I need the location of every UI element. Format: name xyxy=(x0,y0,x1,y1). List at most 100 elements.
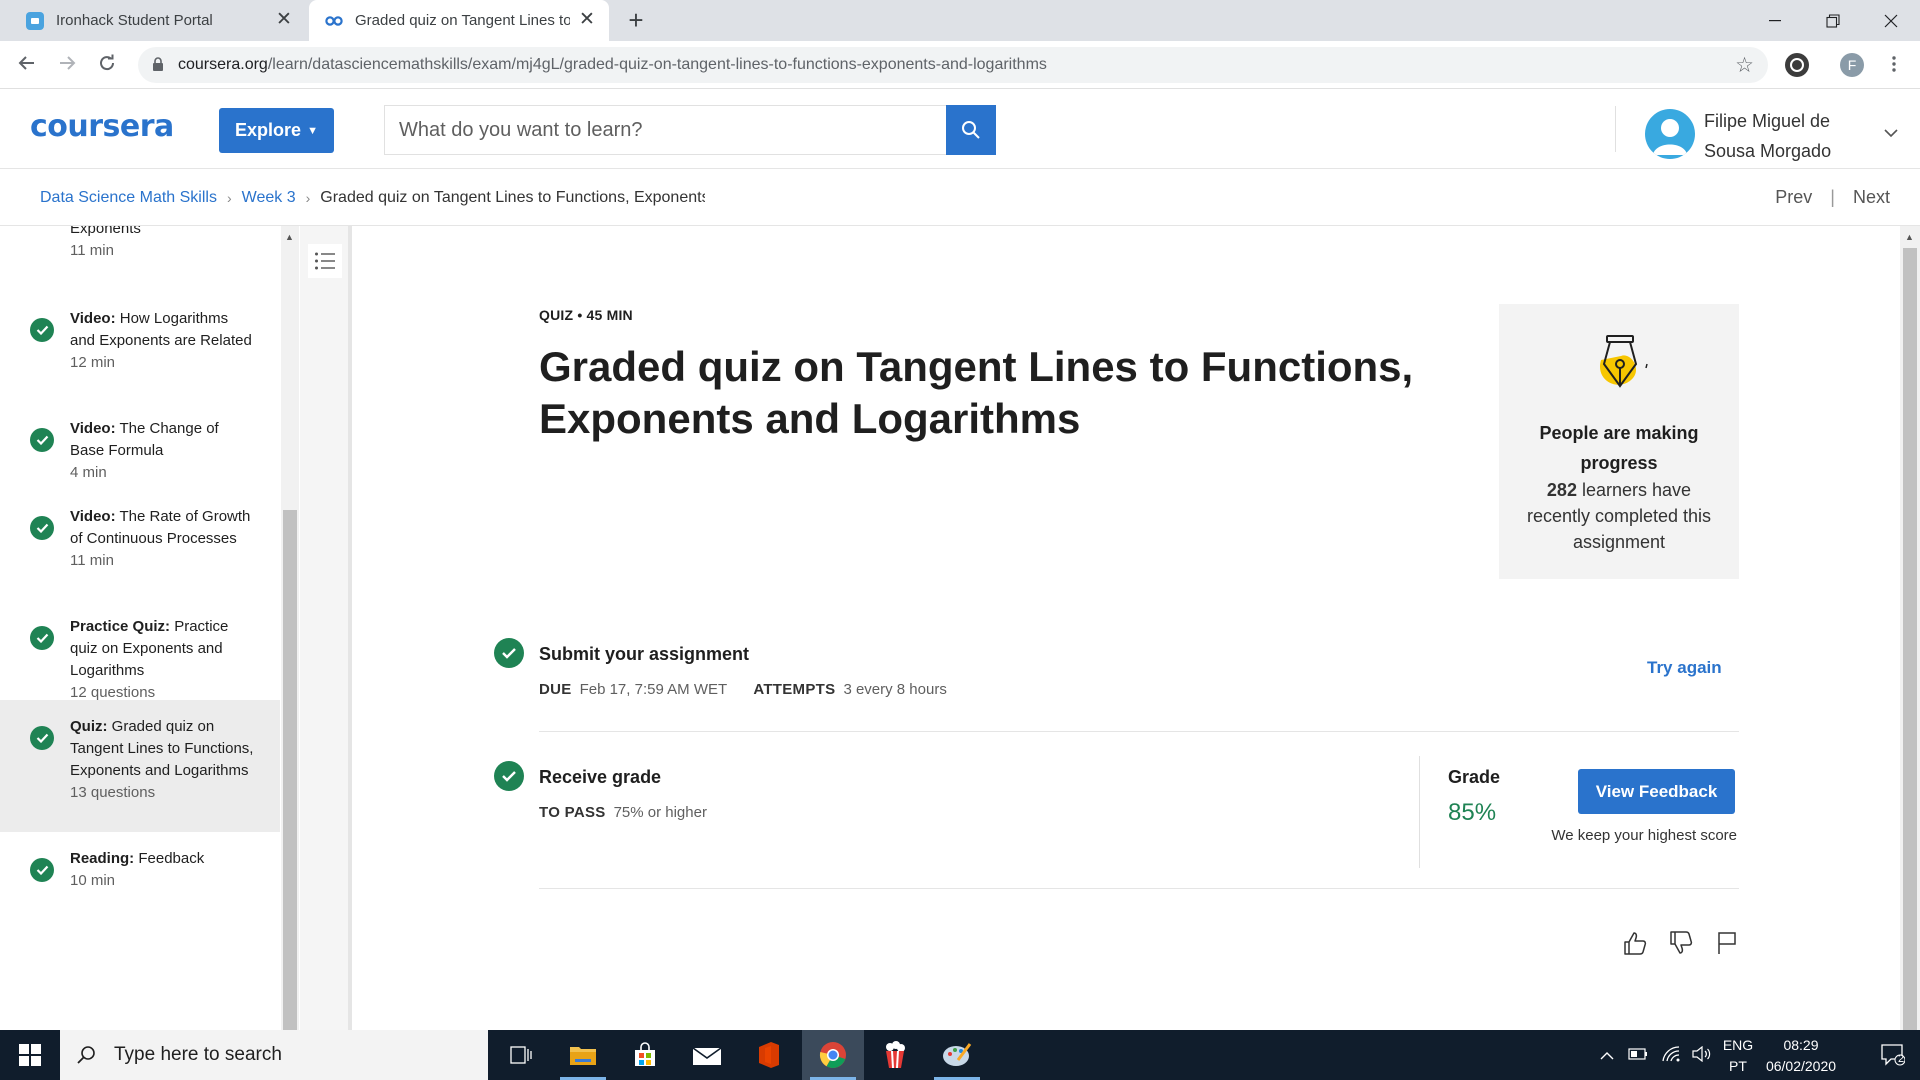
attempts-key: ATTEMPTS xyxy=(753,681,836,698)
explore-label: Explore xyxy=(235,120,302,140)
learner-count: 282 xyxy=(1546,480,1577,500)
check-circle-icon xyxy=(30,516,54,540)
breadcrumb-bar: Data Science Math Skills › Week 3 › Grad… xyxy=(0,170,1920,226)
battery-icon[interactable] xyxy=(1628,1047,1648,1063)
browser-menu-icon[interactable] xyxy=(1880,51,1908,79)
sidebar-item[interactable]: Video: How Logarithms and Exponents are … xyxy=(0,292,280,402)
sidebar-item-meta: 4 min xyxy=(70,464,107,481)
bookmark-star-icon[interactable]: ☆ xyxy=(1735,53,1754,78)
sidebar-item[interactable]: Video: The Rate of Growth of Continuous … xyxy=(0,490,280,600)
back-icon[interactable] xyxy=(13,51,41,79)
browser-tab-strip: Ironhack Student Portal ✕ Graded quiz on… xyxy=(0,0,1920,41)
clock-date: 06/02/2020 xyxy=(1765,1058,1837,1074)
grade-label: Grade xyxy=(1448,767,1501,787)
sidebar-item-type: Practice Quiz: xyxy=(70,618,171,635)
search-icon xyxy=(962,121,980,139)
view-feedback-button[interactable]: View Feedback xyxy=(1578,769,1735,814)
sidebar-scrollbar[interactable]: ▲ xyxy=(281,226,299,1030)
chevron-down-icon[interactable] xyxy=(1884,125,1898,141)
thumbs-up-icon[interactable] xyxy=(1619,927,1651,959)
clock[interactable]: 08:29 06/02/2020 xyxy=(1756,1035,1846,1077)
try-again-link[interactable]: Try again xyxy=(1647,658,1722,678)
reload-icon[interactable] xyxy=(93,51,121,79)
close-tab-icon[interactable]: ✕ xyxy=(274,10,294,30)
office-icon[interactable] xyxy=(738,1030,800,1080)
sidebar-item-meta: 11 min xyxy=(70,552,114,569)
new-tab-icon[interactable]: + xyxy=(622,7,650,34)
windows-start-icon[interactable] xyxy=(0,1030,60,1080)
main-scrollbar[interactable]: ▲ xyxy=(1900,226,1920,1030)
receive-step-title: Receive grade xyxy=(539,767,662,787)
sidebar-item-label: Video: How Logarithms and Exponents are … xyxy=(70,308,255,374)
popcorn-time-icon[interactable] xyxy=(864,1030,926,1080)
coursera-logo[interactable]: coursera xyxy=(30,109,174,144)
lock-icon xyxy=(153,57,163,71)
prev-link[interactable]: Prev xyxy=(1775,187,1812,208)
to-pass-value: 75% or higher xyxy=(613,804,707,821)
sidebar-item[interactable]: Exponents 11 min xyxy=(0,226,280,274)
forward-icon[interactable] xyxy=(53,51,81,79)
scrollbar-thumb[interactable] xyxy=(283,510,297,1030)
wifi-icon[interactable] xyxy=(1662,1045,1680,1065)
check-circle-icon xyxy=(30,858,54,882)
paint-icon[interactable] xyxy=(926,1030,988,1080)
file-explorer-icon[interactable] xyxy=(552,1030,614,1080)
sidebar-item-label: Video: The Change of Base Formula 4 min xyxy=(70,418,255,484)
taskbar-search[interactable]: Type here to search xyxy=(60,1030,488,1080)
check-circle-icon xyxy=(494,761,524,791)
explore-button[interactable]: Explore ▼ xyxy=(219,108,334,153)
show-hidden-icons-icon[interactable] xyxy=(1600,1047,1614,1063)
tab-title: Ironhack Student Portal xyxy=(56,12,213,29)
main-content: QUIZ • 45 MIN Graded quiz on Tangent Lin… xyxy=(356,226,1896,1030)
grade-divider xyxy=(1419,756,1420,868)
profile-avatar[interactable]: F xyxy=(1840,53,1864,77)
scrollbar-thumb[interactable] xyxy=(1903,248,1917,1030)
header-divider xyxy=(1615,106,1616,152)
minimize-icon[interactable] xyxy=(1746,0,1804,41)
breadcrumb-course-link[interactable]: Data Science Math Skills xyxy=(40,189,217,207)
browser-tab-coursera[interactable]: Graded quiz on Tangent Lines to ✕ xyxy=(309,0,609,41)
volume-icon[interactable] xyxy=(1692,1045,1712,1065)
sidebar-item-type: Reading: xyxy=(70,850,135,867)
sidebar-item-label: Quiz: Graded quiz on Tangent Lines to Fu… xyxy=(70,716,255,804)
next-link[interactable]: Next xyxy=(1853,187,1890,208)
notifications-icon[interactable]: 2 xyxy=(1866,1030,1920,1080)
sidebar-item-label: Reading: Feedback 10 min xyxy=(70,848,255,892)
search-icon xyxy=(77,1046,95,1064)
thumbs-down-icon[interactable] xyxy=(1665,927,1697,959)
scroll-up-icon[interactable]: ▲ xyxy=(285,232,294,242)
prev-next-nav: Prev | Next xyxy=(1775,187,1890,208)
close-tab-icon[interactable]: ✕ xyxy=(577,10,597,30)
flag-icon[interactable] xyxy=(1711,927,1743,959)
scroll-up-icon[interactable]: ▲ xyxy=(1905,232,1914,242)
breadcrumb-week-link[interactable]: Week 3 xyxy=(242,189,296,207)
search-input[interactable] xyxy=(385,106,946,154)
sidebar-item[interactable]: Reading: Feedback 10 min xyxy=(0,832,280,892)
ironhack-favicon-icon xyxy=(26,11,44,30)
language-indicator[interactable]: ENG PT xyxy=(1718,1035,1758,1077)
user-avatar[interactable] xyxy=(1645,109,1695,159)
task-view-icon[interactable] xyxy=(490,1030,552,1080)
sidebar-item[interactable]: Video: The Change of Base Formula 4 min xyxy=(0,402,280,490)
sidebar-item-label: Practice Quiz: Practice quiz on Exponent… xyxy=(70,616,255,704)
table-of-contents-button[interactable] xyxy=(308,244,342,278)
check-circle-icon xyxy=(30,726,54,750)
browser-tab-ironhack[interactable]: Ironhack Student Portal ✕ xyxy=(8,0,306,41)
user-name[interactable]: Filipe Miguel de Sousa Morgado xyxy=(1704,106,1874,166)
search-button[interactable] xyxy=(946,105,996,155)
mail-icon[interactable] xyxy=(676,1030,738,1080)
sidebar-item-title: Exponents xyxy=(70,226,141,237)
extension-icon[interactable] xyxy=(1785,53,1809,77)
pen-nib-icon xyxy=(1599,335,1648,388)
sidebar-item[interactable]: Practice Quiz: Practice quiz on Exponent… xyxy=(0,600,280,701)
sidebar-item-meta: 11 min xyxy=(70,242,114,259)
language-code: ENG xyxy=(1722,1037,1754,1053)
store-icon[interactable] xyxy=(614,1030,676,1080)
sidebar-item-meta: 10 min xyxy=(70,872,116,889)
progress-card-title: People are making progress xyxy=(1539,423,1699,473)
address-bar[interactable]: coursera.org/learn/datasciencemathskills… xyxy=(138,47,1768,83)
sidebar-item[interactable]: Quiz: Graded quiz on Tangent Lines to Fu… xyxy=(0,700,280,832)
restore-icon[interactable] xyxy=(1804,0,1862,41)
close-window-icon[interactable] xyxy=(1862,0,1920,41)
chrome-icon[interactable] xyxy=(802,1030,864,1080)
